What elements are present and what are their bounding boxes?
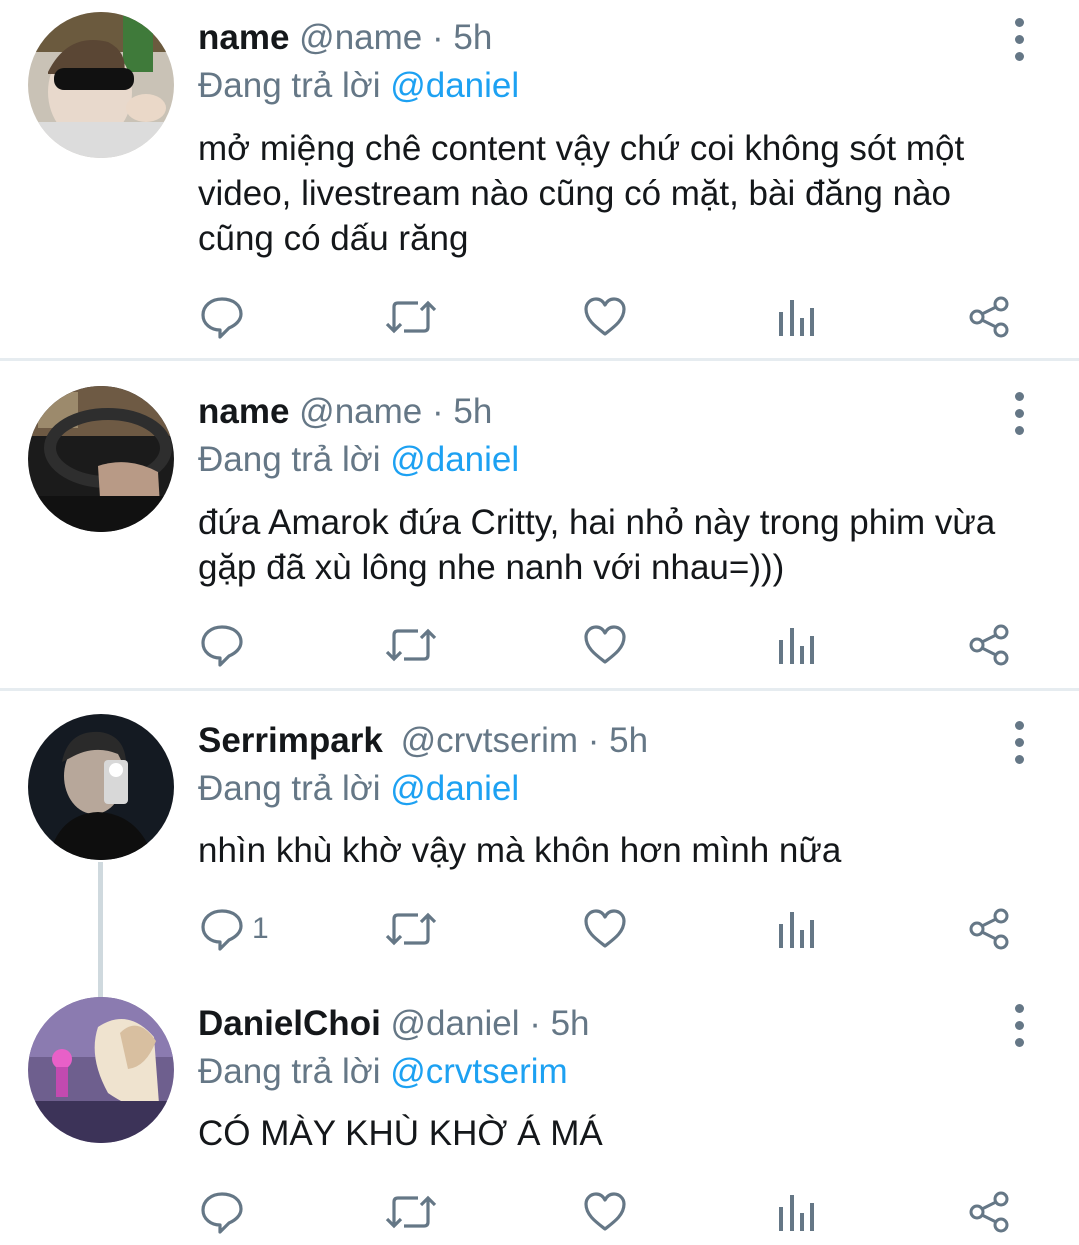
replying-to-label: Đang trả lời <box>198 66 381 105</box>
analytics-icon <box>776 622 816 668</box>
retweet-icon <box>384 905 438 953</box>
reply-mention-link[interactable]: @daniel <box>390 66 519 105</box>
reply-icon <box>198 293 246 341</box>
share-icon <box>968 1190 1012 1234</box>
replying-to-label: Đang trả lời <box>198 440 381 479</box>
tweet-header: Serrimpark @crvtserim · 5h <box>198 721 648 761</box>
reply-mention-link[interactable]: @crvtserim <box>390 1052 567 1091</box>
replying-to: Đang trả lời @daniel <box>198 66 519 106</box>
share-icon <box>968 295 1012 339</box>
analytics-icon <box>776 1189 816 1235</box>
retweet-button[interactable] <box>384 620 438 670</box>
reply-icon <box>198 621 246 669</box>
avatar[interactable] <box>28 386 174 532</box>
handle-time: @name · 5h <box>299 18 493 57</box>
replying-to: Đang trả lời @daniel <box>198 440 519 480</box>
retweet-button[interactable] <box>384 904 438 954</box>
avatar[interactable] <box>28 714 174 860</box>
analytics-button[interactable] <box>776 620 816 670</box>
handle-time: @crvtserim · 5h <box>400 721 649 760</box>
reply-icon <box>198 905 246 953</box>
tweet-text: CÓ MÀY KHÙ KHỜ Á MÁ <box>198 1114 603 1153</box>
display-name[interactable]: name <box>198 392 289 431</box>
reply-mention-link[interactable]: @daniel <box>390 769 519 808</box>
avatar[interactable] <box>28 12 174 158</box>
action-bar: 1 <box>198 904 1028 954</box>
tweet-text: nhìn khù khờ vậy mà khôn hơn mình nữa <box>198 831 842 870</box>
avatar[interactable] <box>28 997 174 1143</box>
replying-to-label: Đang trả lời <box>198 769 381 808</box>
tweet-header: DanielChoi @daniel · 5h <box>198 1004 590 1044</box>
reply-button[interactable] <box>198 292 252 342</box>
replying-to-label: Đang trả lời <box>198 1052 381 1091</box>
analytics-icon <box>776 294 816 340</box>
handle-time: @daniel · 5h <box>390 1004 590 1043</box>
retweet-icon <box>384 621 438 669</box>
share-button[interactable] <box>968 904 1012 954</box>
retweet-icon <box>384 1188 438 1236</box>
tweet-header: name @name · 5h <box>198 18 492 58</box>
share-button[interactable] <box>968 620 1012 670</box>
more-options-icon[interactable] <box>1006 1004 1034 1048</box>
share-button[interactable] <box>968 1187 1012 1237</box>
like-icon <box>582 1189 628 1235</box>
analytics-icon <box>776 906 816 952</box>
reply-icon <box>198 1188 246 1236</box>
analytics-button[interactable] <box>776 904 816 954</box>
reply-count: 1 <box>252 912 269 945</box>
reply-button[interactable] <box>198 620 252 670</box>
action-bar <box>198 292 1028 342</box>
like-button[interactable] <box>582 904 628 954</box>
like-icon <box>582 906 628 952</box>
reply-mention-link[interactable]: @daniel <box>390 440 519 479</box>
thread-line <box>98 862 103 1004</box>
reply-button[interactable] <box>198 1187 252 1237</box>
analytics-button[interactable] <box>776 1187 816 1237</box>
more-options-icon[interactable] <box>1006 392 1034 436</box>
display-name[interactable]: name <box>198 18 289 57</box>
replying-to: Đang trả lời @crvtserim <box>198 1052 568 1092</box>
separator <box>0 688 1079 691</box>
action-bar <box>198 1187 1028 1237</box>
analytics-button[interactable] <box>776 292 816 342</box>
share-icon <box>968 907 1012 951</box>
like-icon <box>582 622 628 668</box>
retweet-button[interactable] <box>384 1187 438 1237</box>
tweet-text: mở miệng chê content vậy chứ coi không s… <box>198 129 965 258</box>
tweet-header: name @name · 5h <box>198 392 492 432</box>
display-name[interactable]: DanielChoi <box>198 1004 381 1043</box>
action-bar <box>198 620 1028 670</box>
share-icon <box>968 623 1012 667</box>
share-button[interactable] <box>968 292 1012 342</box>
separator <box>0 358 1079 361</box>
display-name[interactable]: Serrimpark <box>198 721 383 760</box>
more-options-icon[interactable] <box>1006 721 1034 765</box>
like-button[interactable] <box>582 1187 628 1237</box>
retweet-icon <box>384 293 438 341</box>
reply-button[interactable]: 1 <box>198 904 269 954</box>
retweet-button[interactable] <box>384 292 438 342</box>
replying-to: Đang trả lời @daniel <box>198 769 519 809</box>
tweet-text: đứa Amarok đứa Critty, hai nhỏ này trong… <box>198 503 996 587</box>
like-icon <box>582 294 628 340</box>
like-button[interactable] <box>582 292 628 342</box>
handle-time: @name · 5h <box>299 392 493 431</box>
more-options-icon[interactable] <box>1006 18 1034 62</box>
like-button[interactable] <box>582 620 628 670</box>
